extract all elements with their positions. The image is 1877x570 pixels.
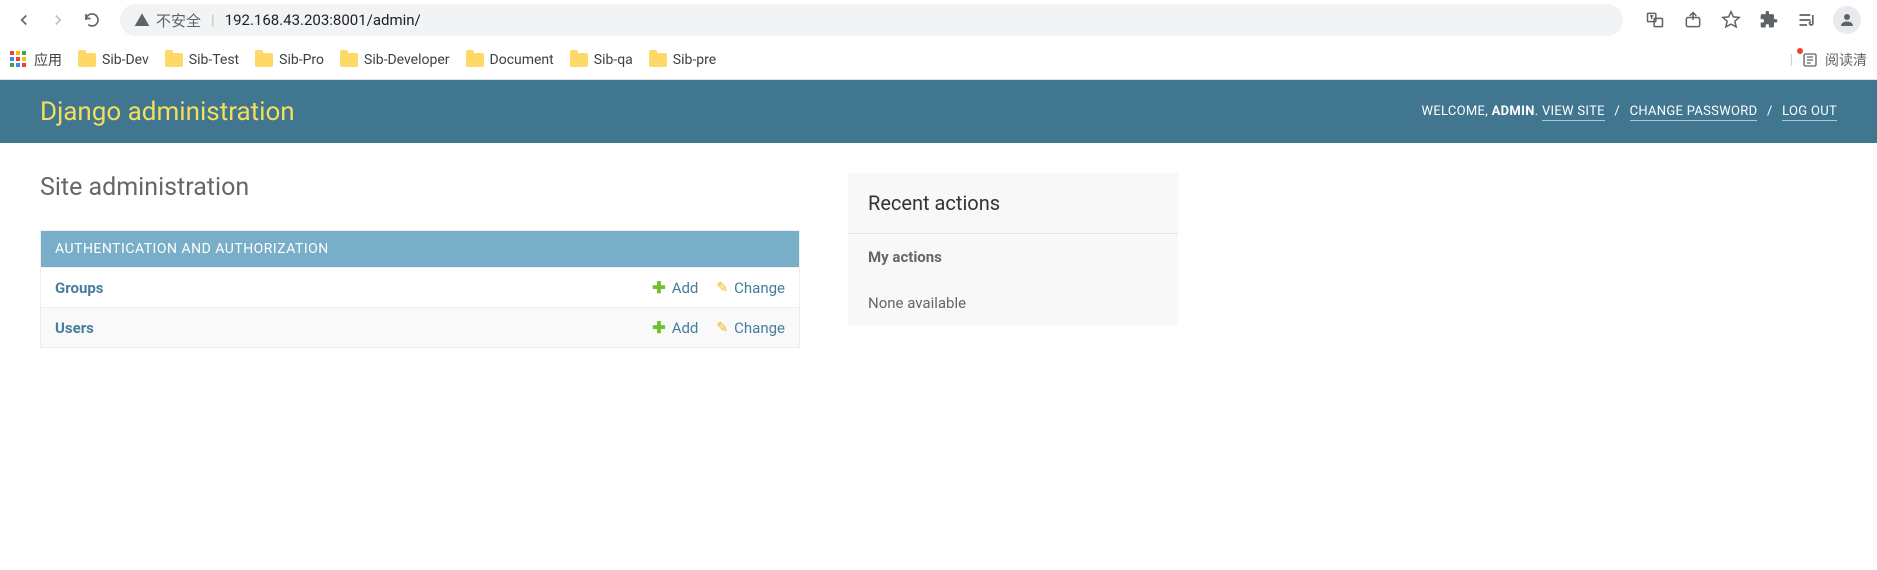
my-actions-section: My actions: [848, 233, 1178, 280]
folder-icon: [340, 53, 358, 67]
change-label: Change: [734, 319, 785, 337]
translate-icon[interactable]: [1643, 8, 1667, 32]
page-title: Site administration: [40, 173, 800, 202]
bookmarks-separator: |: [1790, 52, 1793, 68]
auth-module: AUTHENTICATION AND AUTHORIZATION Groups …: [40, 230, 800, 348]
change-password-link[interactable]: CHANGE PASSWORD: [1630, 104, 1758, 121]
share-icon[interactable]: [1681, 8, 1705, 32]
bookmark-label: Sib-Developer: [364, 52, 450, 68]
apps-label: 应用: [34, 50, 62, 70]
bookmark-label: Sib-Test: [189, 52, 239, 68]
plus-icon: ✚: [652, 278, 665, 297]
forward-button[interactable]: [44, 6, 72, 34]
back-button[interactable]: [10, 6, 38, 34]
add-label: Add: [672, 319, 699, 337]
add-label: Add: [672, 279, 699, 297]
address-separator: |: [211, 11, 215, 29]
plus-icon: ✚: [652, 318, 665, 337]
insecure-warning: 不安全: [134, 10, 201, 31]
user-tools: WELCOME, ADMIN. VIEW SITE / CHANGE PASSW…: [1421, 104, 1837, 119]
welcome-text: WELCOME,: [1421, 104, 1488, 119]
bookmark-label: Sib-pre: [673, 52, 716, 68]
folder-icon: [649, 53, 667, 67]
separator: /: [1614, 104, 1620, 119]
recent-actions-title: Recent actions: [848, 173, 1178, 233]
folder-icon: [255, 53, 273, 67]
username: ADMIN: [1492, 104, 1535, 119]
change-link-groups[interactable]: ✎ Change: [716, 279, 785, 297]
view-site-link[interactable]: VIEW SITE: [1542, 104, 1605, 121]
profile-avatar[interactable]: [1833, 6, 1861, 34]
my-actions-title: My actions: [868, 248, 1158, 266]
content-area: Site administration AUTHENTICATION AND A…: [0, 143, 1877, 378]
main-column: Site administration AUTHENTICATION AND A…: [40, 173, 800, 348]
reading-list-icon: [1801, 51, 1819, 69]
change-link-users[interactable]: ✎ Change: [716, 319, 785, 337]
bookmark-item[interactable]: Document: [466, 52, 554, 68]
reload-button[interactable]: [78, 6, 106, 34]
dot: .: [1535, 104, 1539, 119]
bookmark-star-icon[interactable]: [1719, 8, 1743, 32]
site-title: Django administration: [40, 97, 295, 127]
warning-icon: [134, 12, 150, 28]
bookmark-item[interactable]: Sib-Test: [165, 52, 239, 68]
bookmark-label: Document: [490, 52, 554, 68]
module-header-link[interactable]: AUTHENTICATION AND AUTHORIZATION: [55, 241, 329, 257]
extensions-icon[interactable]: [1757, 8, 1781, 32]
module-header: AUTHENTICATION AND AUTHORIZATION: [41, 231, 799, 267]
reading-list-label: 阅读清: [1825, 50, 1867, 70]
notification-dot-icon: [1797, 48, 1803, 54]
model-row-groups: Groups ✚ Add ✎ Change: [41, 267, 799, 307]
address-url: 192.168.43.203:8001/admin/: [225, 11, 421, 29]
bookmark-item[interactable]: Sib-Dev: [78, 52, 149, 68]
folder-icon: [78, 53, 96, 67]
logout-link[interactable]: LOG OUT: [1782, 104, 1837, 121]
recent-actions-module: Recent actions My actions None available: [848, 173, 1178, 326]
none-available-text: None available: [848, 280, 1178, 326]
folder-icon: [570, 53, 588, 67]
bookmark-label: Sib-Dev: [102, 52, 149, 68]
bookmark-label: Sib-Pro: [279, 52, 324, 68]
change-label: Change: [734, 279, 785, 297]
model-link-groups[interactable]: Groups: [55, 279, 634, 297]
bookmark-label: Sib-qa: [594, 52, 633, 68]
apps-grid-icon: [10, 51, 28, 69]
playlist-icon[interactable]: [1795, 8, 1819, 32]
model-link-users[interactable]: Users: [55, 319, 634, 337]
bookmark-item[interactable]: Sib-Developer: [340, 52, 450, 68]
browser-right-icons: [1637, 6, 1867, 34]
bookmarks-bar: 应用 Sib-Dev Sib-Test Sib-Pro Sib-Develope…: [0, 40, 1877, 80]
pencil-icon: ✎: [716, 320, 728, 336]
django-header: Django administration WELCOME, ADMIN. VI…: [0, 80, 1877, 143]
pencil-icon: ✎: [716, 280, 728, 296]
address-bar[interactable]: 不安全 | 192.168.43.203:8001/admin/: [120, 4, 1623, 36]
add-link-groups[interactable]: ✚ Add: [652, 278, 698, 297]
model-row-users: Users ✚ Add ✎ Change: [41, 307, 799, 347]
bookmark-item[interactable]: Sib-pre: [649, 52, 716, 68]
bookmark-item[interactable]: Sib-Pro: [255, 52, 324, 68]
browser-nav-bar: 不安全 | 192.168.43.203:8001/admin/: [0, 0, 1877, 40]
folder-icon: [165, 53, 183, 67]
folder-icon: [466, 53, 484, 67]
apps-shortcut[interactable]: 应用: [10, 50, 62, 70]
bookmark-item[interactable]: Sib-qa: [570, 52, 633, 68]
insecure-label: 不安全: [156, 10, 201, 31]
reading-list-button[interactable]: 阅读清: [1801, 50, 1867, 70]
separator: /: [1767, 104, 1773, 119]
add-link-users[interactable]: ✚ Add: [652, 318, 698, 337]
